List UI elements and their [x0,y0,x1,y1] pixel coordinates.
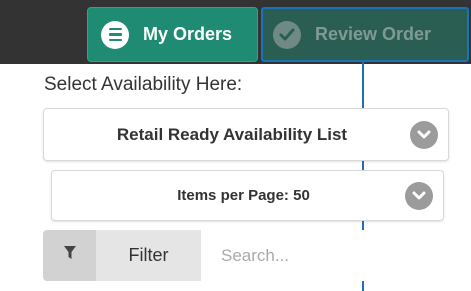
availability-section-label: Select Availability Here: [44,74,243,95]
top-bar: My Orders Review Order [0,0,471,64]
availability-list-select[interactable]: Retail Ready Availability List [43,108,449,161]
filter-toggle-button[interactable] [43,230,96,281]
funnel-icon [63,246,76,265]
availability-list-value: Retail Ready Availability List [116,124,348,144]
review-order-button[interactable]: Review Order [261,7,469,62]
chevron-down-icon [410,120,438,149]
filter-bar: Filter [43,230,449,281]
items-per-page-value: Items per Page: 50 [177,187,310,204]
my-orders-button[interactable]: My Orders [87,7,258,62]
menu-icon [101,20,129,49]
check-icon [273,20,301,49]
review-order-label: Review Order [315,24,432,44]
filter-label: Filter [96,230,201,281]
chevron-down-icon [405,181,433,210]
items-per-page-select[interactable]: Items per Page: 50 [51,170,444,221]
my-orders-label: My Orders [143,24,233,44]
search-input[interactable] [201,230,449,281]
